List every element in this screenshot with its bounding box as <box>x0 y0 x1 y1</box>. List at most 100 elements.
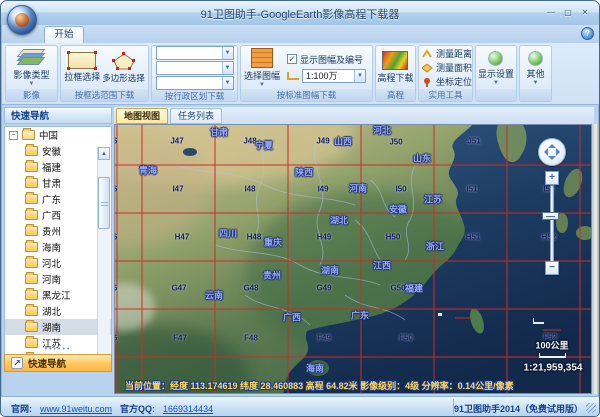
image-type-button[interactable]: 影像类型 ▼ <box>13 49 49 86</box>
tree-item-福建[interactable]: 福建 <box>5 159 111 175</box>
rect-select-icon <box>68 52 96 69</box>
tree-item-china[interactable]: − 中国 <box>5 127 111 143</box>
tab-task-list[interactable]: 任务列表 <box>170 108 222 124</box>
display-settings-button[interactable]: 显示设置 ▼ <box>478 51 514 85</box>
measure-area-button[interactable]: 测量面积 <box>419 61 473 75</box>
group-caption <box>520 89 551 101</box>
chevron-down-icon: ▼ <box>29 82 35 86</box>
qq-link[interactable]: 1669314434 <box>163 404 213 414</box>
county-combobox[interactable]: ▼ <box>156 76 234 90</box>
elevation-download-button[interactable]: 高程下载 <box>377 51 413 84</box>
grid-cell-label: G50 <box>390 284 405 293</box>
province-label: 四川 <box>219 227 237 240</box>
province-combobox[interactable]: ▼ <box>156 46 234 60</box>
tree-item-湖南[interactable]: 湖南 <box>5 319 111 335</box>
city-combobox[interactable]: ▼ <box>156 61 234 75</box>
app-window: 91卫图助手-GoogleEarth影像高程下载器 — ▢ ✕ 开始 ? 影像类… <box>0 0 600 417</box>
pan-up-icon[interactable] <box>548 140 556 148</box>
locate-coordinate-button[interactable]: 坐标定位 <box>419 75 473 89</box>
folder-icon <box>25 274 38 284</box>
measure-distance-button[interactable]: 测量距离 <box>419 47 473 61</box>
group-display-settings: 显示设置 ▼ <box>475 45 517 102</box>
tree-scrollbar[interactable]: ▲ ▼ <box>97 147 110 355</box>
zoom-slider-track[interactable] <box>550 185 554 263</box>
tree-collapse-icon[interactable]: − <box>9 131 18 140</box>
grid-cell-label: I49 <box>317 185 328 194</box>
tree-item-贵州[interactable]: 贵州 <box>5 223 111 239</box>
map-viewport[interactable]: J47J48J49J50J51I47I48I49I50I51I52H47H48H… <box>114 124 592 394</box>
province-label: 湖南 <box>321 264 339 277</box>
pan-left-icon[interactable] <box>540 148 548 156</box>
tree-item-河南[interactable]: 河南 <box>5 271 111 287</box>
pan-down-icon[interactable] <box>548 156 556 164</box>
area-icon <box>422 63 433 73</box>
scale-combobox[interactable]: 1:100万 ▼ <box>302 69 366 83</box>
chevron-down-icon[interactable]: ▼ <box>222 77 233 89</box>
show-sheet-checkbox-row[interactable]: ✓ 显示图幅及编号 <box>284 52 369 66</box>
zoom-slider-handle[interactable] <box>542 212 559 220</box>
pan-right-icon[interactable] <box>556 148 564 156</box>
grid-cell-label: 6 <box>114 233 117 242</box>
group-image: 影像类型 ▼ 影像 <box>5 45 58 102</box>
chevron-down-icon[interactable]: ▼ <box>222 47 233 59</box>
rect-select-button[interactable]: 拉框选择 <box>64 52 100 83</box>
province-label: 云南 <box>205 289 223 302</box>
panel-splitter[interactable]: •••••• <box>4 347 112 353</box>
close-button[interactable]: ✕ <box>579 7 591 18</box>
chevron-down-icon[interactable]: ▼ <box>222 62 233 74</box>
province-label: 山西 <box>334 135 352 148</box>
folder-icon <box>25 146 38 156</box>
province-label: 浙江 <box>426 240 444 253</box>
scrollbar-thumb[interactable] <box>98 177 110 229</box>
tab-start[interactable]: 开始 <box>44 26 84 43</box>
map-pan-control[interactable] <box>538 138 566 166</box>
tree-item-黑龙江[interactable]: 黑龙江 <box>5 287 111 303</box>
site-link[interactable]: www.91weitu.com <box>40 404 112 414</box>
grid-cell-label: I48 <box>244 185 255 194</box>
province-label: 海南 <box>306 362 324 375</box>
chevron-down-icon: ▼ <box>259 83 265 87</box>
checkbox-icon[interactable]: ✓ <box>287 54 297 64</box>
province-label: 山东 <box>413 152 431 165</box>
grid-cell-label: F49 <box>317 334 331 343</box>
pin-icon <box>422 77 433 87</box>
group-caption: 实用工具 <box>419 89 472 101</box>
tree-item-安徽[interactable]: 安徽 <box>5 143 111 159</box>
grid-cell-label: H49 <box>317 233 332 242</box>
ribbon-tab-row: 开始 ? <box>2 25 600 43</box>
panel-edge-strip <box>594 124 597 394</box>
tab-map-view[interactable]: 地图视图 <box>116 108 168 124</box>
app-logo-orb-icon[interactable] <box>7 5 37 35</box>
satellite-map-image <box>115 125 592 394</box>
province-label: 江西 <box>373 259 391 272</box>
group-tools: 测量距离 测量面积 坐标定位 实用工具 <box>418 45 473 102</box>
polygon-select-icon <box>112 52 136 71</box>
scroll-up-icon[interactable]: ▲ <box>98 147 110 160</box>
tree-item-海南[interactable]: 海南 <box>5 239 111 255</box>
maximize-button[interactable]: ▢ <box>562 7 574 18</box>
zoom-in-button[interactable]: + <box>545 171 559 185</box>
scale-bar-label: 100公里 <box>535 339 568 352</box>
qq-label: 官方QQ: <box>120 402 155 415</box>
province-label: 江苏 <box>424 193 442 206</box>
tree-item-湖北[interactable]: 湖北 <box>5 303 111 319</box>
other-button[interactable]: 其他 ▼ <box>526 51 544 85</box>
tree-item-甘肃[interactable]: 甘肃 <box>5 175 111 191</box>
resize-grip[interactable] <box>586 403 596 413</box>
zoom-out-button[interactable]: − <box>545 261 559 275</box>
grid-cell-label: G47 <box>171 284 186 293</box>
select-sheet-button[interactable]: 选择图幅 ▼ <box>244 48 280 87</box>
tree-item-广东[interactable]: 广东 <box>5 191 111 207</box>
scale-bar-icon <box>539 353 566 358</box>
province-label: 贵州 <box>263 269 281 282</box>
tree-item-广西[interactable]: 广西 <box>5 207 111 223</box>
status-bar: 官网: www.91weitu.com 官方QQ: 1669314434 91卫… <box>1 396 599 416</box>
minimize-button[interactable]: — <box>545 7 557 18</box>
folder-icon <box>25 242 38 252</box>
help-icon[interactable]: ? <box>581 27 594 40</box>
polygon-select-button[interactable]: 多边形选择 <box>102 52 145 84</box>
quick-nav-bottom-button[interactable]: ↗ 快速导航 <box>4 354 112 372</box>
chevron-down-icon[interactable]: ▼ <box>354 70 365 82</box>
tree-item-河北[interactable]: 河北 <box>5 255 111 271</box>
province-label: 湖北 <box>330 214 348 227</box>
